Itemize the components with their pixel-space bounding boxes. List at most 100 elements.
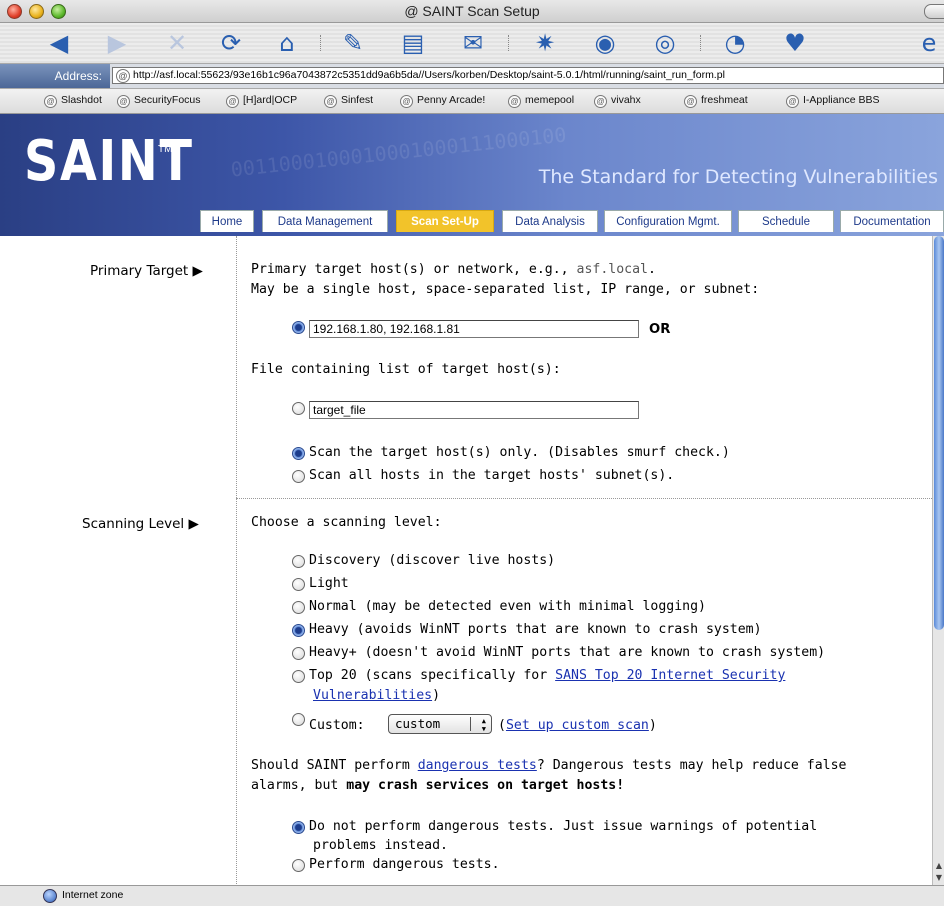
primary-target-hint: May be a single host, space-separated li… <box>251 282 760 297</box>
bookmark-item[interactable]: @ freshmeat <box>684 94 748 108</box>
autofill-icon[interactable]: ✎ <box>336 29 370 57</box>
nav-tabs: Home Data Management Scan Set-Up Data An… <box>0 204 944 236</box>
section-label-primary-target: Primary Target ▶ <box>90 263 203 279</box>
bookmark-item[interactable]: @ I-Appliance BBS <box>786 94 879 108</box>
custom-scan-link-wrap: (Set up custom scan) <box>498 718 657 733</box>
section-label-scanning-level: Scanning Level ▶ <box>82 516 199 532</box>
perform-dangerous-tests-label: Perform dangerous tests. <box>309 857 500 872</box>
bookmark-item[interactable]: @ Penny Arcade! <box>400 94 485 108</box>
level-discovery-radio[interactable] <box>292 555 305 568</box>
at-sign-icon: @ <box>116 69 130 83</box>
tagline: The Standard for Detecting Vulnerabiliti… <box>538 166 938 188</box>
level-heavy-label: Heavy (avoids WinNT ports that are known… <box>309 622 762 637</box>
tab-data-management[interactable]: Data Management <box>262 210 388 232</box>
level-top20-radio[interactable] <box>292 670 305 683</box>
stop-x-icon[interactable]: ✕ <box>160 29 194 57</box>
no-dangerous-tests-label-cont: problems instead. <box>313 838 448 853</box>
level-custom-radio[interactable] <box>292 713 305 726</box>
target-hosts-radio[interactable] <box>292 321 305 334</box>
status-text: Internet zone <box>62 889 124 901</box>
level-heavy-radio[interactable] <box>292 624 305 637</box>
primary-target-description: Primary target host(s) or network, e.g.,… <box>251 262 656 277</box>
target-file-input[interactable]: target_file <box>309 401 639 419</box>
target-file-radio[interactable] <box>292 402 305 415</box>
vertical-scrollbar[interactable]: ▲ ▼ <box>932 236 944 886</box>
status-bar: Internet zone <box>0 885 944 906</box>
perform-dangerous-tests-radio[interactable] <box>292 859 305 872</box>
dangerous-tests-link[interactable]: dangerous tests <box>418 758 537 773</box>
scan-target-only-radio[interactable] <box>292 447 305 460</box>
sans-top20-link-cont[interactable]: Vulnerabilities <box>313 688 432 703</box>
or-label: OR <box>649 322 671 337</box>
scan-subnet-label: Scan all hosts in the target hosts' subn… <box>309 468 675 483</box>
tab-scan-set-up[interactable]: Scan Set-Up <box>396 210 494 232</box>
at-sign-icon: @ <box>400 95 413 108</box>
sans-top20-link[interactable]: SANS Top 20 Internet Security <box>555 668 785 683</box>
browser-toolbar: ◀ ▶ ✕ ⟳ ⌂ ✎ ▤ ✉ ✷ ◉ ◎ ◔ ♥ e <box>0 23 944 64</box>
toolbar-toggle-button[interactable] <box>924 4 944 19</box>
level-light-label: Light <box>309 576 349 591</box>
scan-target-only-label: Scan the target host(s) only. (Disables … <box>309 445 730 460</box>
refresh-icon[interactable]: ⟳ <box>214 29 248 57</box>
up-down-arrows-icon: ▲ ▼ <box>481 717 486 733</box>
tab-data-analysis[interactable]: Data Analysis <box>502 210 598 232</box>
globe-icon <box>43 889 57 903</box>
at-sign-icon: @ <box>404 3 419 19</box>
scan-subnet-radio[interactable] <box>292 470 305 483</box>
level-normal-radio[interactable] <box>292 601 305 614</box>
level-heavy-plus-radio[interactable] <box>292 647 305 660</box>
bookmark-item[interactable]: @ vivahx <box>594 94 641 108</box>
dangerous-warning: alarms, but may crash services on target… <box>251 778 625 793</box>
scan-setup-form: Primary Target ▶ Primary target host(s) … <box>0 236 932 884</box>
bookmark-item[interactable]: @ SecurityFocus <box>117 94 201 108</box>
level-top20-label-cont: Vulnerabilities) <box>313 688 441 703</box>
tab-home[interactable]: Home <box>200 210 254 232</box>
favorites-icon[interactable]: ✷ <box>528 29 562 57</box>
forward-arrow-icon[interactable]: ▶ <box>100 29 134 57</box>
level-custom-label: Custom: <box>309 718 365 733</box>
saint-logo: SAINT <box>24 129 194 194</box>
level-heavy-plus-label: Heavy+ (doesn't avoid WinNT ports that a… <box>309 645 826 660</box>
favorites-bar: @ Slashdot @ SecurityFocus @ [H]ard|OCP @ Si… <box>0 89 944 114</box>
bookmark-item[interactable]: @ [H]ard|OCP <box>226 94 297 108</box>
at-sign-icon: @ <box>508 95 521 108</box>
at-sign-icon: @ <box>684 95 697 108</box>
mail-icon[interactable]: ✉ <box>456 29 490 57</box>
level-discovery-label: Discovery (discover live hosts) <box>309 553 556 568</box>
no-dangerous-tests-label: Do not perform dangerous tests. Just iss… <box>309 819 818 834</box>
bookmark-item[interactable]: @ memepool <box>508 94 574 108</box>
level-light-radio[interactable] <box>292 578 305 591</box>
triangle-right-icon: ▶ <box>192 263 203 279</box>
bookmark-item[interactable]: @ Slashdot <box>44 94 102 108</box>
tab-schedule[interactable]: Schedule <box>738 210 834 232</box>
home-icon[interactable]: ⌂ <box>270 29 304 57</box>
at-sign-icon: @ <box>324 95 337 108</box>
scrollbar-thumb[interactable] <box>934 236 944 630</box>
print-icon[interactable]: ▤ <box>396 29 430 57</box>
search-icon[interactable]: ◎ <box>648 29 682 57</box>
at-sign-icon: @ <box>226 95 239 108</box>
scrapbook-icon[interactable]: ◔ <box>718 29 752 57</box>
tab-documentation[interactable]: Documentation <box>840 210 944 232</box>
target-hosts-input[interactable]: 192.168.1.80, 192.168.1.81 <box>309 320 639 338</box>
history-icon[interactable]: ◉ <box>588 29 622 57</box>
scanning-level-prompt: Choose a scanning level: <box>251 515 442 530</box>
address-bar: Address: @ http://asf.local:55623/93e16b… <box>0 64 944 89</box>
explorer-e-icon[interactable]: e <box>912 29 944 57</box>
at-sign-icon: @ <box>594 95 607 108</box>
saint-banner: 0011000100010001000111000100 SAINT TM Th… <box>0 114 944 236</box>
at-sign-icon: @ <box>44 95 57 108</box>
no-dangerous-tests-radio[interactable] <box>292 821 305 834</box>
back-arrow-icon[interactable]: ◀ <box>42 29 76 57</box>
set-up-custom-scan-link[interactable]: Set up custom scan <box>506 718 649 733</box>
bookmark-item[interactable]: @ Sinfest <box>324 94 373 108</box>
tab-configuration-mgmt[interactable]: Configuration Mgmt. <box>604 210 732 232</box>
page-holder-icon[interactable]: ♥ <box>778 29 812 57</box>
custom-scan-select[interactable]: custom ▲ ▼ <box>388 714 492 734</box>
at-sign-icon: @ <box>117 95 130 108</box>
example-host: asf.local <box>576 262 648 277</box>
address-field[interactable]: @ http://asf.local:55623/93e16b1c96a7043… <box>112 67 944 84</box>
scroll-arrows-icon[interactable]: ▲ ▼ <box>933 860 944 886</box>
level-top20-label: Top 20 (scans specifically for SANS Top … <box>309 668 786 683</box>
file-target-label: File containing list of target host(s): <box>251 362 561 377</box>
